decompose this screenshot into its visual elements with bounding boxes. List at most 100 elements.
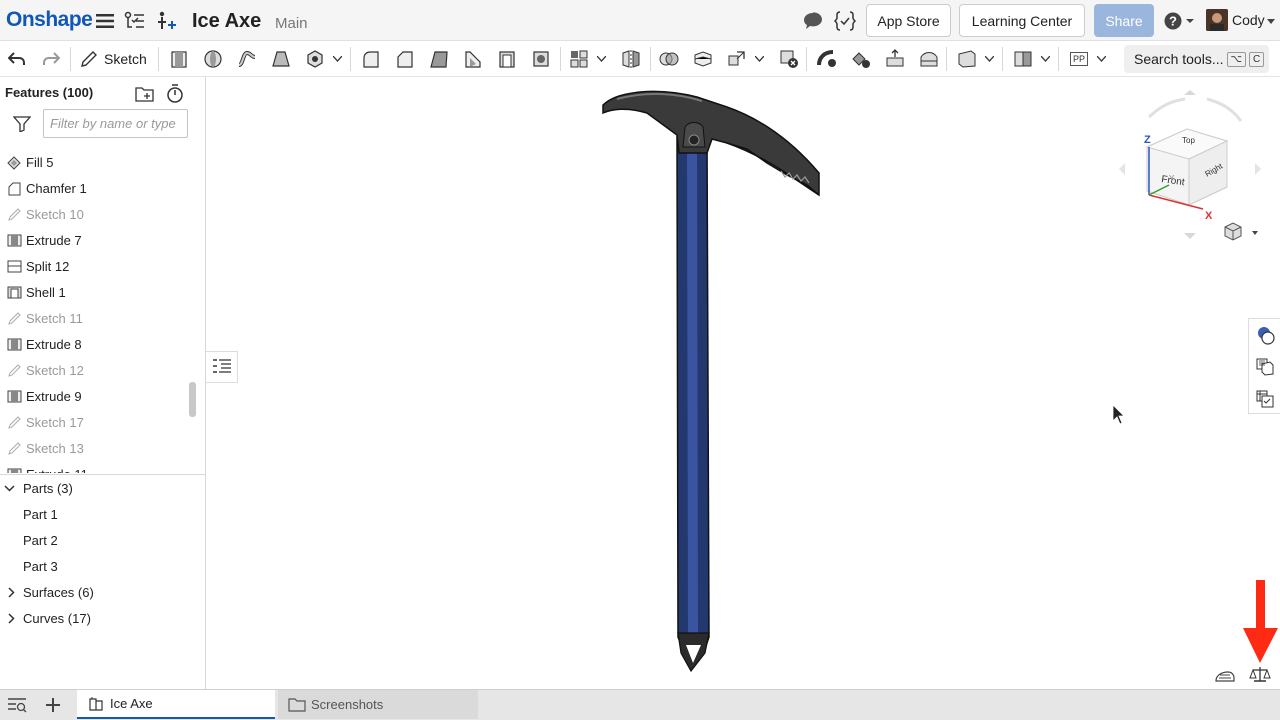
menu-icon[interactable]	[95, 11, 115, 31]
curves-group[interactable]: Curves (17)	[4, 605, 91, 631]
document-title[interactable]: Ice Axe	[192, 10, 261, 33]
chevron-down-icon[interactable]	[1266, 16, 1276, 26]
chamfer-icon[interactable]	[392, 46, 418, 72]
feature-label: Extrude 7	[26, 232, 82, 248]
thicken-icon[interactable]	[302, 46, 328, 72]
part-item[interactable]: Part 1	[23, 501, 58, 527]
hole-icon[interactable]	[528, 46, 554, 72]
rib-icon[interactable]	[460, 46, 486, 72]
chevron-down-icon[interactable]	[752, 46, 766, 72]
chevron-down-icon[interactable]	[1038, 46, 1052, 72]
chevron-down-icon[interactable]	[330, 46, 344, 72]
chevron-down-icon	[4, 484, 18, 492]
tab-manager-icon[interactable]	[6, 696, 28, 714]
ice-axe-model[interactable]: Top Front Right Z X Y	[207, 77, 1280, 689]
feature-list: Fill 5 Chamfer 1 Sketch 10 Extrude 7 Split 1…	[0, 149, 186, 473]
feature-item[interactable]: Extrude 11	[0, 461, 186, 473]
chevron-down-icon[interactable]	[982, 46, 996, 72]
undo-icon[interactable]	[4, 46, 30, 72]
feature-label: Fill 5	[26, 154, 54, 170]
feature-item[interactable]: Extrude 9	[0, 383, 186, 409]
fillet-icon[interactable]	[358, 46, 384, 72]
mouse-cursor	[1112, 404, 1125, 425]
feature-item[interactable]: Split 12	[0, 253, 186, 279]
rollback-timer-icon[interactable]	[165, 84, 185, 104]
surfaces-group[interactable]: Surfaces (6)	[4, 579, 94, 605]
user-name[interactable]: Cody	[1232, 12, 1265, 28]
right-dock	[1248, 318, 1280, 414]
view-options-icon[interactable]	[1224, 222, 1258, 241]
draft-icon[interactable]	[426, 46, 452, 72]
add-tab-icon[interactable]	[42, 695, 64, 715]
feature-item[interactable]: Extrude 7	[0, 227, 186, 253]
section-view-icon[interactable]	[1215, 671, 1235, 682]
measure-icon[interactable]	[1249, 667, 1271, 682]
chevron-down-icon[interactable]	[1094, 46, 1108, 72]
tab-screenshots[interactable]: Screenshots	[278, 690, 478, 719]
transform-icon[interactable]	[724, 46, 750, 72]
redo-icon[interactable]	[38, 46, 64, 72]
mirror-icon[interactable]	[618, 46, 644, 72]
sweep-icon[interactable]	[234, 46, 260, 72]
modify-fillet-icon[interactable]	[814, 46, 840, 72]
move-face-icon[interactable]	[882, 46, 908, 72]
chevron-down-icon[interactable]	[594, 46, 608, 72]
app-store-button[interactable]: App Store	[866, 4, 951, 37]
feature-label: Sketch 13	[26, 440, 84, 456]
feature-item[interactable]: Shell 1	[0, 279, 186, 305]
feature-label: Shell 1	[26, 284, 66, 300]
delete-part-icon[interactable]	[776, 46, 802, 72]
share-button[interactable]: Share	[1094, 4, 1154, 37]
search-tools-button[interactable]: Search tools... ⌥ C	[1124, 45, 1269, 73]
feature-item[interactable]: Sketch 12	[0, 357, 186, 383]
feature-item[interactable]: Fill 5	[0, 149, 186, 175]
tab-ice-axe[interactable]: Ice Axe	[77, 690, 275, 719]
add-folder-icon[interactable]	[135, 85, 155, 103]
view-cube-top-label[interactable]: Top	[1182, 136, 1195, 145]
graphics-viewport[interactable]: Top Front Right Z X Y	[207, 77, 1280, 689]
sketch-icon	[6, 206, 22, 222]
part-item[interactable]: Part 2	[23, 527, 58, 553]
split-icon[interactable]	[690, 46, 716, 72]
feature-item[interactable]: Sketch 17	[0, 409, 186, 435]
insert-element-icon[interactable]	[156, 10, 178, 32]
help-icon[interactable]: ?	[1163, 10, 1197, 32]
feature-item[interactable]: Sketch 13	[0, 435, 186, 461]
delete-face-icon[interactable]	[848, 46, 874, 72]
replace-face-icon[interactable]	[916, 46, 942, 72]
feature-label: Sketch 10	[26, 206, 84, 222]
mate-connector-icon[interactable]	[1010, 46, 1036, 72]
feature-item[interactable]: Chamfer 1	[0, 175, 186, 201]
feature-list-panel: Features (100) Filter by name or type Fi…	[0, 77, 206, 689]
branch-name[interactable]: Main	[275, 15, 308, 32]
filter-icon[interactable]	[12, 115, 32, 133]
comments-icon[interactable]	[802, 10, 824, 32]
view-cube[interactable]: Top Front Right Z X Y	[1119, 90, 1261, 239]
feature-item[interactable]: Sketch 10	[0, 201, 186, 227]
feature-list-scrollbar[interactable]	[189, 382, 196, 417]
extrude-icon[interactable]	[166, 46, 192, 72]
appearance-icon[interactable]	[1249, 319, 1280, 351]
avatar[interactable]	[1206, 9, 1228, 31]
feature-item[interactable]: Extrude 8	[0, 331, 186, 357]
plane-icon[interactable]	[954, 46, 980, 72]
sketch-button[interactable]: Sketch	[80, 48, 147, 70]
custom-feature-icon[interactable]: PP	[1066, 46, 1092, 72]
variable-table-icon[interactable]	[1249, 383, 1280, 415]
boolean-icon[interactable]	[656, 46, 682, 72]
feature-filter-input[interactable]: Filter by name or type	[43, 109, 188, 138]
featurescript-icon[interactable]	[834, 9, 856, 33]
revolve-icon[interactable]	[200, 46, 226, 72]
feature-list-toggle-button[interactable]	[206, 351, 238, 383]
onshape-logo[interactable]: Onshape	[6, 8, 93, 32]
versions-history-icon[interactable]	[124, 10, 146, 32]
learning-center-button[interactable]: Learning Center	[959, 4, 1085, 37]
loft-icon[interactable]	[268, 46, 294, 72]
parts-group[interactable]: Parts (3)	[4, 475, 73, 501]
configurations-icon[interactable]	[1249, 351, 1280, 383]
feature-label: Sketch 12	[26, 362, 84, 378]
feature-item[interactable]: Sketch 11	[0, 305, 186, 331]
shell-icon[interactable]	[494, 46, 520, 72]
pattern-icon[interactable]	[566, 46, 592, 72]
part-item[interactable]: Part 3	[23, 553, 58, 579]
